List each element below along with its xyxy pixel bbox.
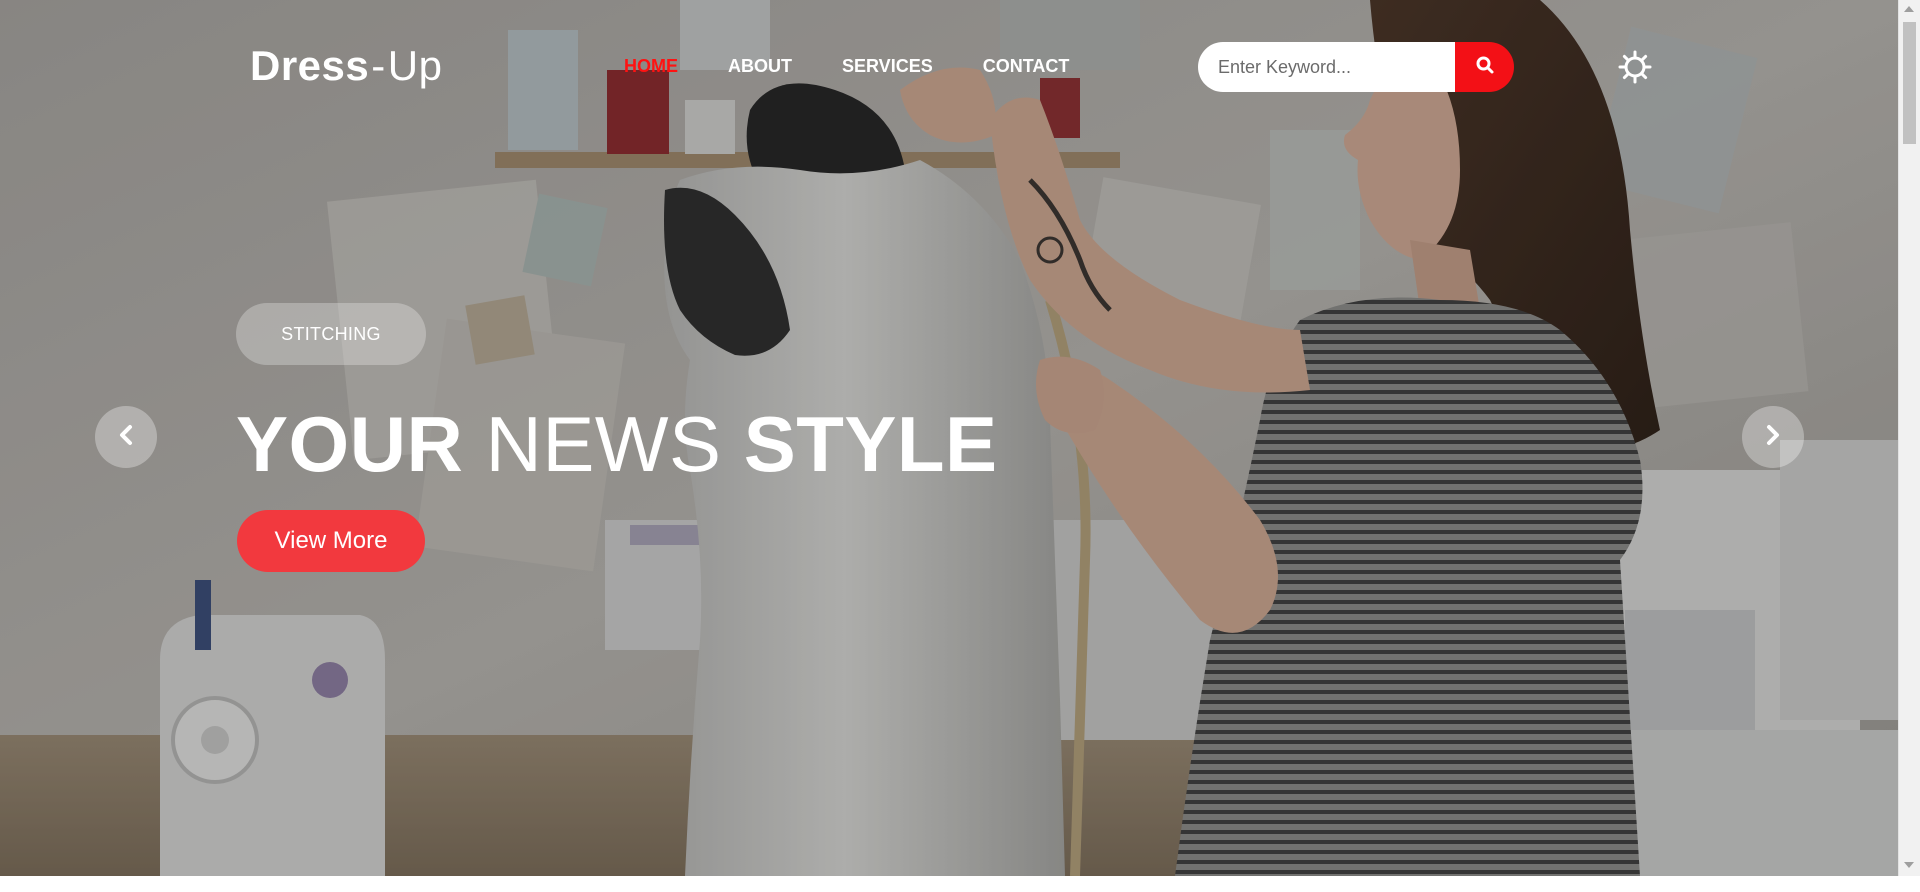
- search-button[interactable]: [1455, 42, 1514, 92]
- headline-word-style: STYLE: [743, 400, 998, 488]
- carousel-next-button[interactable]: [1742, 406, 1804, 468]
- scroll-up-arrow-icon[interactable]: [1904, 6, 1914, 12]
- settings-button[interactable]: [1618, 50, 1652, 84]
- brand-name-light: Up: [387, 42, 443, 89]
- search-icon: [1475, 55, 1495, 80]
- nav-item-contact[interactable]: CONTACT: [983, 56, 1070, 77]
- headline-word-your: YOUR: [236, 400, 464, 488]
- page-bottom-strip: [0, 876, 1920, 892]
- gear-icon: [1618, 50, 1652, 88]
- nav-item-services[interactable]: SERVICES: [842, 56, 933, 77]
- brand-separator: -: [371, 42, 386, 89]
- nav-item-about[interactable]: ABOUT: [728, 56, 792, 77]
- view-more-button[interactable]: View More: [237, 510, 425, 572]
- chevron-left-icon: [117, 424, 135, 451]
- vertical-scrollbar[interactable]: [1898, 0, 1920, 876]
- scroll-down-arrow-icon[interactable]: [1904, 862, 1914, 868]
- page-viewport: Dress-Up HOME ABOUT SERVICES CONTACT Ent…: [0, 0, 1898, 876]
- brand-logo[interactable]: Dress-Up: [250, 42, 442, 90]
- hero-headline: YOUR NEWS STYLE: [236, 398, 998, 490]
- scrollbar-thumb[interactable]: [1903, 22, 1916, 144]
- main-nav: HOME ABOUT SERVICES CONTACT: [624, 56, 1119, 77]
- carousel-prev-button[interactable]: [95, 406, 157, 468]
- headline-word-news: NEWS: [485, 400, 722, 488]
- search-box: [1198, 42, 1514, 92]
- search-input[interactable]: [1198, 42, 1455, 92]
- chevron-right-icon: [1764, 424, 1782, 451]
- nav-item-home[interactable]: HOME: [624, 56, 678, 77]
- hero-category-tag: STITCHING: [236, 303, 426, 365]
- brand-name-bold: Dress: [250, 42, 370, 89]
